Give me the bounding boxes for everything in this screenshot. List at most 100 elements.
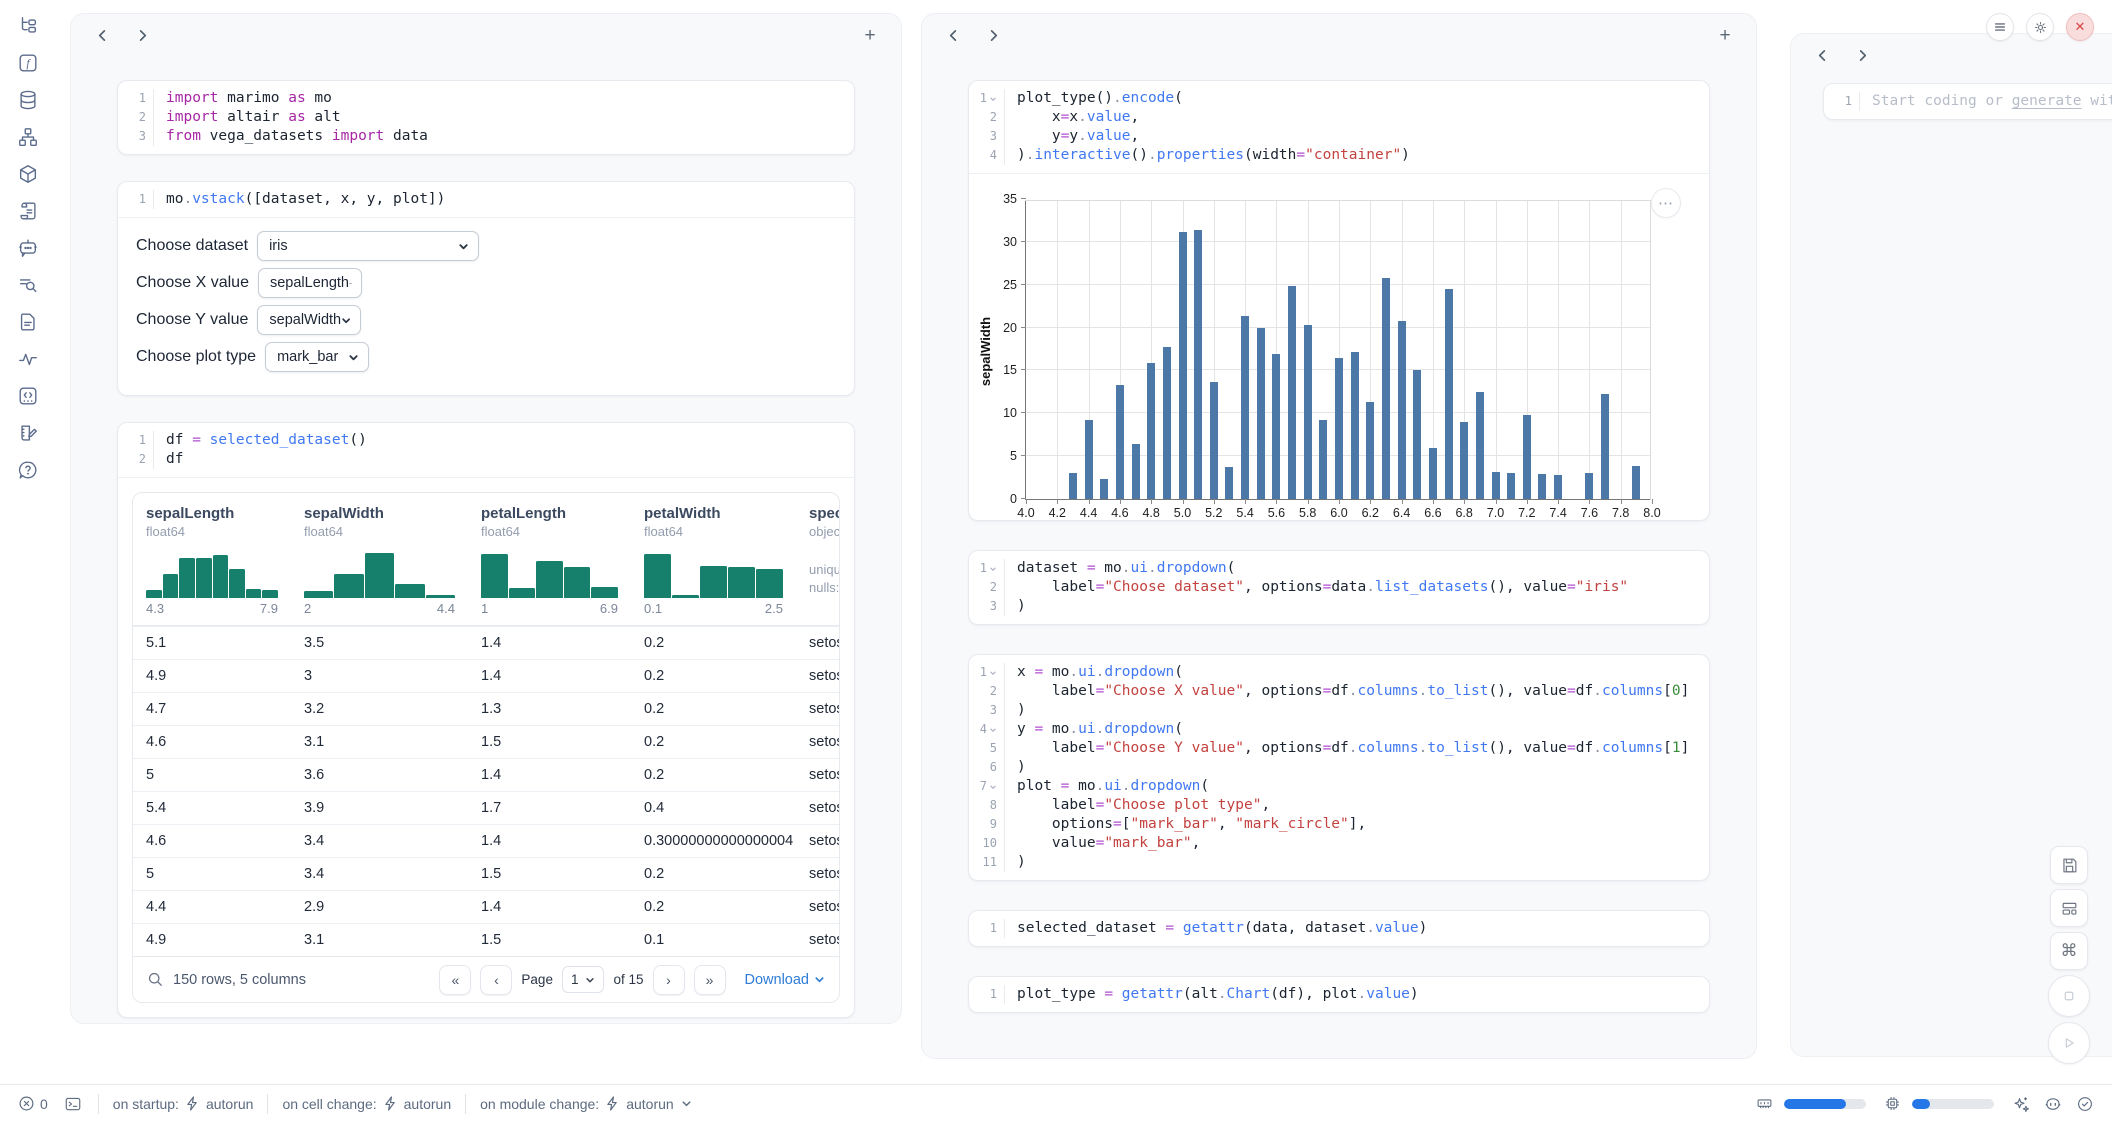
lightning-icon [186, 1096, 199, 1111]
code-editor[interactable]: 1dataset = mo.ui.dropdown(2 label="Choos… [969, 551, 1709, 624]
layout-button[interactable] [2050, 889, 2088, 927]
middle-notebook-column: + 1plot_type().encode(2 x=x.value,3 y=y.… [921, 13, 1757, 1059]
column-histogram [644, 552, 783, 598]
code-editor[interactable]: 1x = mo.ui.dropdown(2 label="Choose X va… [969, 655, 1709, 880]
code-editor[interactable]: 1plot_type = getattr(alt.Chart(df), plot… [969, 977, 1709, 1012]
chart-bar [1257, 328, 1265, 499]
download-button[interactable]: Download [745, 972, 826, 988]
dropdown-row: Choose Y valuesepalWidth [136, 305, 836, 335]
dropdown-select[interactable]: iris [257, 231, 479, 261]
error-indicator[interactable]: 0 [18, 1095, 48, 1112]
code-cell-selected-dataset: 1selected_dataset = getattr(data, datase… [968, 910, 1710, 947]
keyboard-shortcuts-button[interactable]: ⌘ [2050, 932, 2088, 970]
fold-chevron-icon [989, 726, 997, 734]
on-cell-change-setting[interactable]: on cell change: autorun [282, 1096, 451, 1112]
code-editor[interactable]: 1 Start coding or generate with [1824, 84, 2112, 119]
generate-with-ai-link[interactable]: generate [2012, 93, 2082, 109]
line-number: 10 [969, 834, 1005, 853]
on-module-change-setting[interactable]: on module change: autorun [480, 1096, 692, 1112]
add-cell-button[interactable]: + [859, 24, 881, 46]
cpu-usage [1884, 1095, 1998, 1112]
code-editor[interactable]: 1df = selected_dataset()2df [118, 423, 854, 477]
chart-bar [1179, 232, 1187, 499]
dropdown-select[interactable]: mark_bar [265, 342, 369, 372]
table-row[interactable]: 4.931.40.2setosa [133, 659, 839, 692]
table-row[interactable]: 4.73.21.30.2setosa [133, 692, 839, 725]
snippets-icon[interactable] [16, 310, 40, 334]
lightning-icon [606, 1096, 619, 1111]
table-row[interactable]: 53.61.40.2setosa [133, 758, 839, 791]
table-row[interactable]: 4.93.11.50.1setosa [133, 923, 839, 956]
prev-page-button[interactable]: ‹ [480, 965, 512, 995]
menu-button[interactable] [1986, 13, 2014, 41]
documentation-icon[interactable] [16, 421, 40, 445]
dropdown-select[interactable]: sepalWidth [257, 305, 361, 335]
run-all-button[interactable] [2048, 1022, 2090, 1064]
scratchpad-icon[interactable] [16, 384, 40, 408]
status-bar: 0 on startup: autorun on cell change: au… [0, 1084, 2112, 1122]
line-number: 8 [969, 796, 1005, 815]
scroll-left-button[interactable] [91, 24, 113, 46]
stop-kernel-button[interactable] [2048, 975, 2090, 1017]
code-editor[interactable]: 1plot_type().encode(2 x=x.value,3 y=y.va… [969, 81, 1709, 173]
table-row[interactable]: 4.63.41.40.30000000000000004setosa [133, 824, 839, 857]
dependency-graph-icon[interactable] [16, 125, 40, 149]
logs-icon[interactable] [16, 199, 40, 223]
table-row[interactable]: 53.41.50.2setosa [133, 857, 839, 890]
column-header[interactable]: speciesobjectunique:nulls: [796, 493, 839, 607]
column-header[interactable]: sepalWidthfloat6424.4 [291, 493, 468, 625]
code-editor[interactable]: 1selected_dataset = getattr(data, datase… [969, 911, 1709, 946]
help-icon[interactable] [16, 458, 40, 482]
last-page-button[interactable]: » [694, 965, 726, 995]
kernel-connected-button[interactable] [2076, 1095, 2094, 1113]
add-cell-button[interactable]: + [1714, 24, 1736, 46]
terminal-button[interactable] [64, 1095, 82, 1113]
first-page-button[interactable]: « [439, 965, 471, 995]
scroll-right-button[interactable] [982, 24, 1004, 46]
page-select[interactable]: 1 [562, 966, 605, 993]
functions-icon[interactable]: f [16, 51, 40, 75]
tracing-icon[interactable] [16, 347, 40, 371]
column-header[interactable]: sepalLengthfloat644.37.9 [133, 493, 291, 625]
scroll-right-button[interactable] [131, 24, 153, 46]
memory-icon [1756, 1095, 1773, 1112]
left-panel-header: + [71, 14, 901, 56]
table-body: sepalLengthfloat644.37.9sepalWidthfloat6… [133, 493, 839, 956]
line-number: 11 [969, 853, 1005, 872]
floating-actions: ⌘ [2048, 846, 2090, 1064]
scroll-left-button[interactable] [942, 24, 964, 46]
table-row[interactable]: 5.13.51.40.2setosa [133, 626, 839, 659]
chart-bar [1069, 473, 1077, 499]
column-histogram [304, 552, 455, 598]
shutdown-button[interactable]: ✕ [2066, 13, 2094, 41]
on-startup-setting[interactable]: on startup: autorun [113, 1096, 254, 1112]
column-header[interactable]: petalWidthfloat640.12.5 [631, 493, 796, 625]
packages-icon[interactable] [16, 162, 40, 186]
search-icon[interactable] [147, 971, 164, 988]
chart-bar [1163, 347, 1171, 499]
code-cell-dataset-dropdown: 1dataset = mo.ui.dropdown(2 label="Choos… [968, 550, 1710, 625]
outline-search-icon[interactable] [16, 273, 40, 297]
chart-menu-button[interactable]: ⋯ [1651, 188, 1681, 218]
table-row[interactable]: 4.63.11.50.2setosa [133, 725, 839, 758]
next-page-button[interactable]: › [653, 965, 685, 995]
line-number: 3 [969, 127, 1005, 146]
scroll-right-button[interactable] [1851, 44, 1873, 66]
ai-assist-button[interactable] [2012, 1095, 2030, 1113]
chart-plot-area[interactable]: sepalWidth sepalLength 4.04.24.44.64.85.… [1025, 200, 1651, 500]
code-editor[interactable]: 1import marimo as mo2import altair as al… [118, 81, 854, 154]
code-editor[interactable]: 1mo.vstack([dataset, x, y, plot]) [118, 182, 854, 217]
save-button[interactable] [2050, 846, 2088, 884]
copilot-status-button[interactable] [2044, 1095, 2062, 1113]
chart-bar [1241, 316, 1249, 499]
file-explorer-icon[interactable] [16, 14, 40, 38]
settings-gear-button[interactable] [2026, 13, 2054, 41]
table-row[interactable]: 5.43.91.70.4setosa [133, 791, 839, 824]
line-number: 9 [969, 815, 1005, 834]
dropdown-select[interactable]: sepalLength [258, 268, 362, 298]
column-header[interactable]: petalLengthfloat6416.9 [468, 493, 631, 625]
table-row[interactable]: 4.42.91.40.2setosa [133, 890, 839, 923]
ai-chat-icon[interactable] [16, 236, 40, 260]
scroll-left-button[interactable] [1811, 44, 1833, 66]
datasources-icon[interactable] [16, 88, 40, 112]
